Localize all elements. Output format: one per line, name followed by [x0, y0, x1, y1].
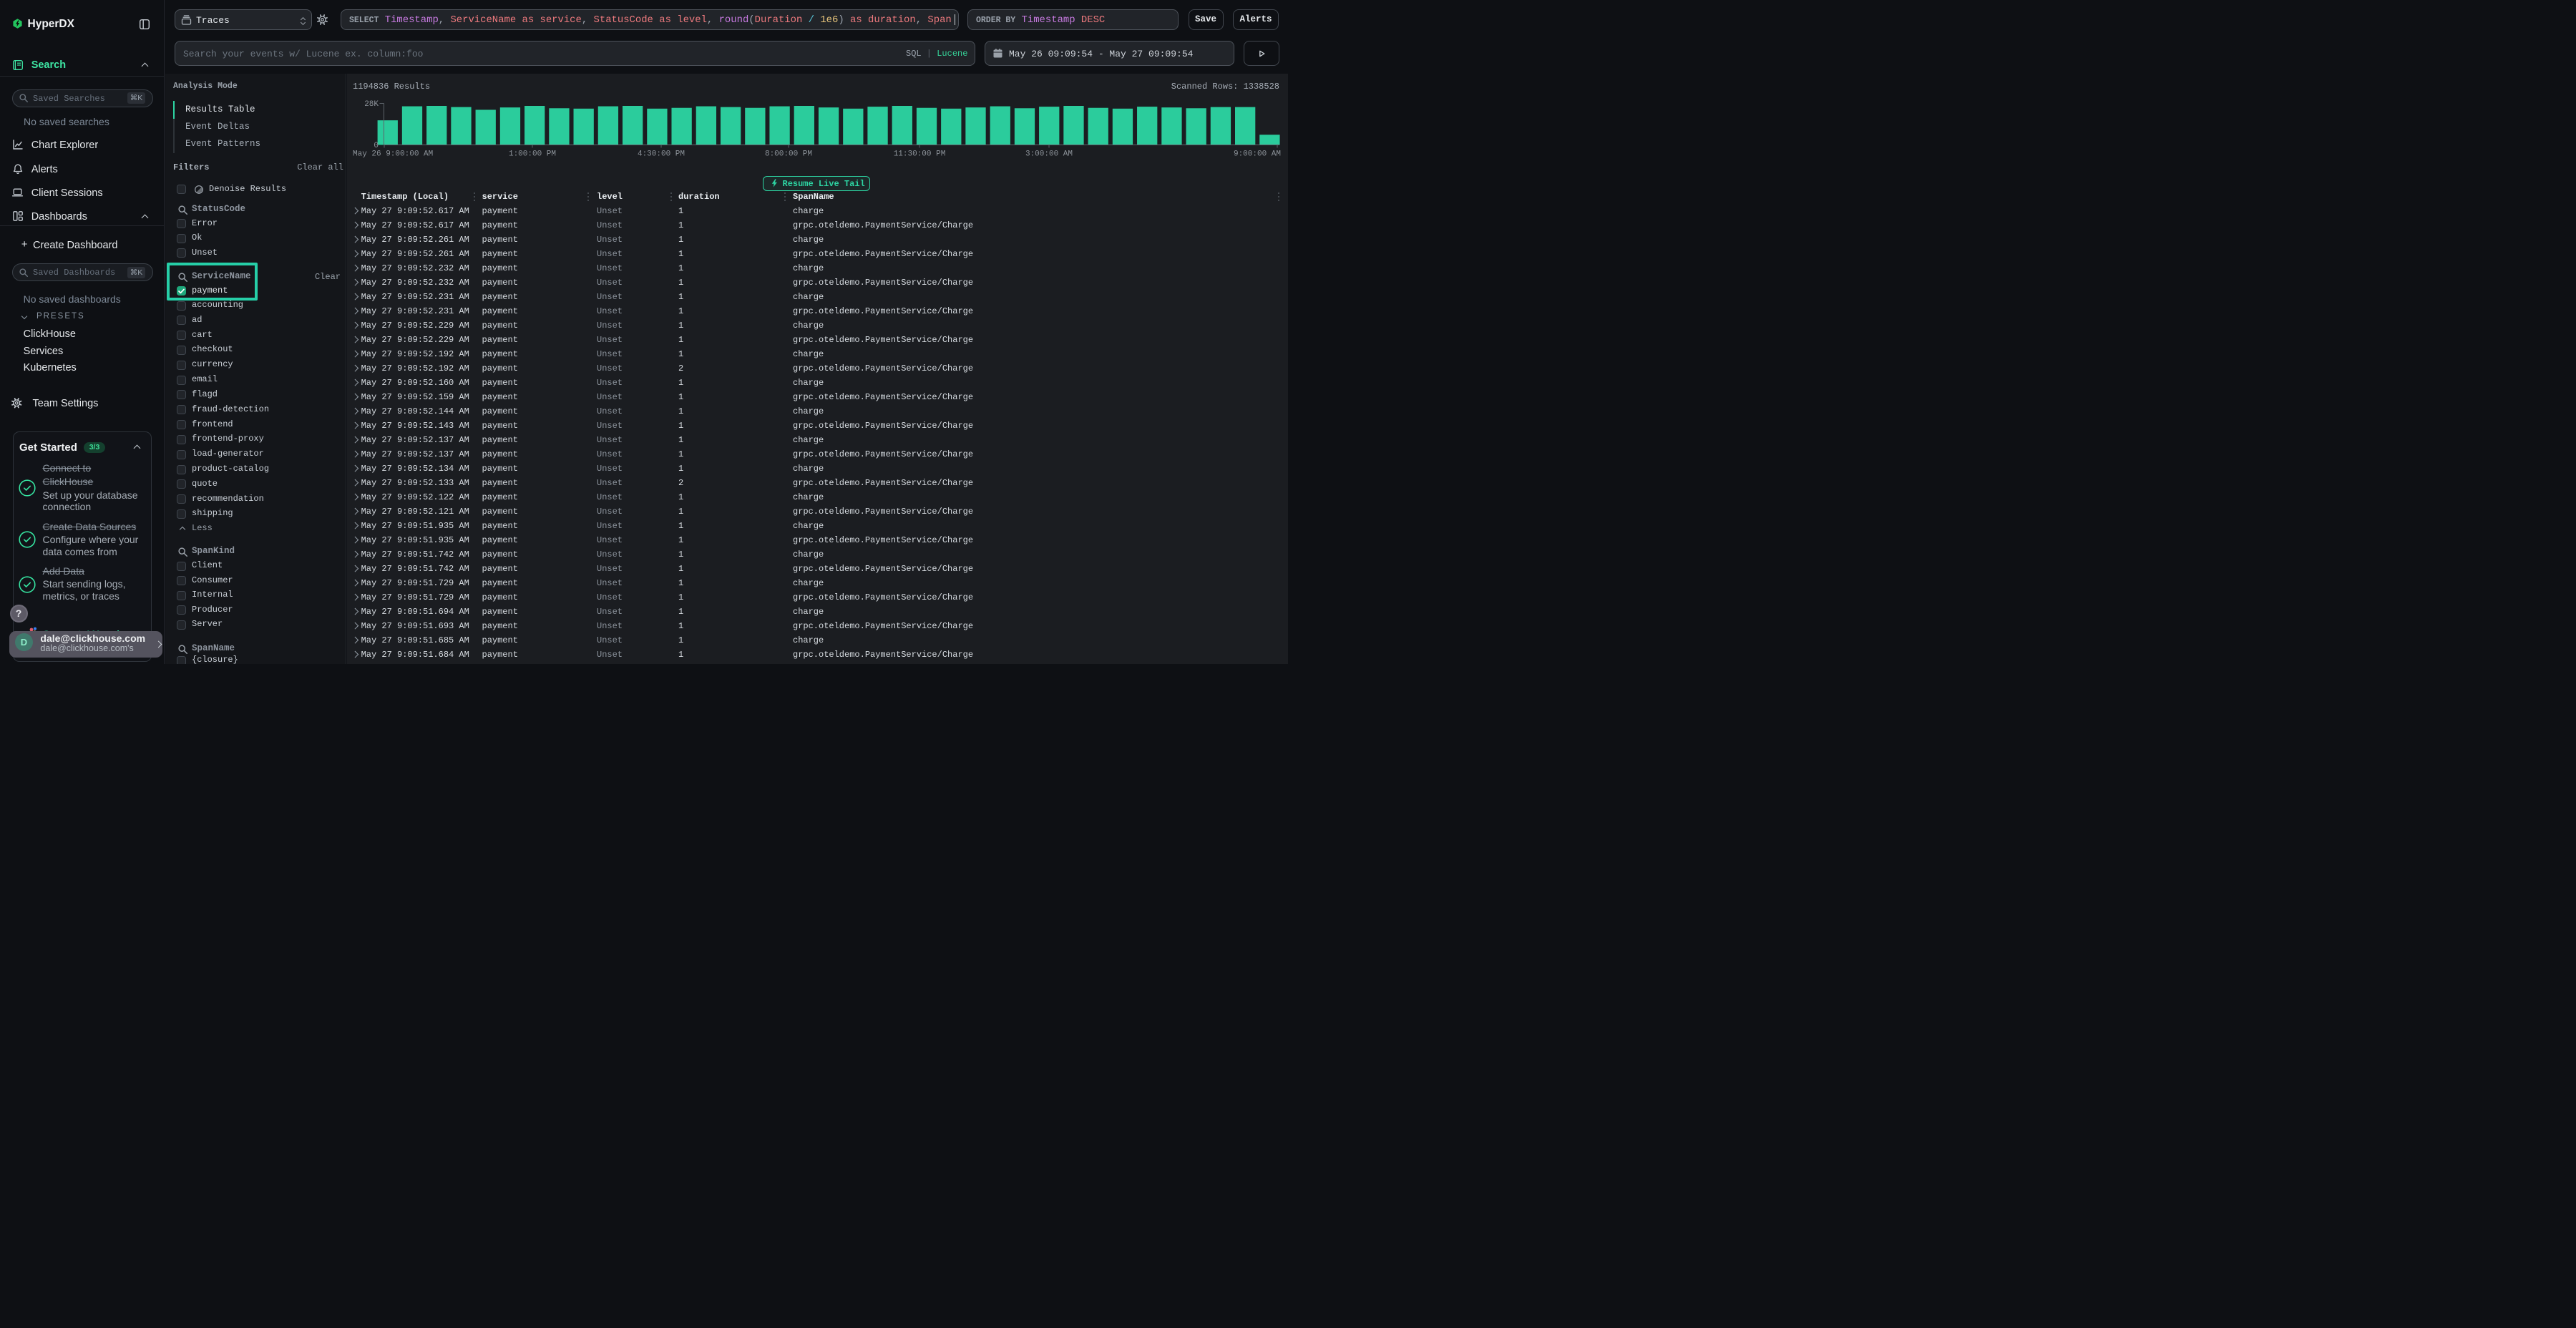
svg-text:3:00:00 AM: 3:00:00 AM: [1025, 150, 1073, 159]
svg-text:8:00:00 PM: 8:00:00 PM: [765, 150, 812, 159]
svg-text:May 26 9:00:00 AM: May 26 9:00:00 AM: [353, 150, 433, 159]
svg-text:4:30:00 PM: 4:30:00 PM: [638, 150, 685, 159]
svg-text:28K: 28K: [364, 100, 379, 109]
svg-text:0: 0: [374, 142, 379, 150]
svg-text:9:00:00 AM: 9:00:00 AM: [1234, 150, 1281, 159]
svg-text:1:00:00 PM: 1:00:00 PM: [509, 150, 556, 159]
svg-text:11:30:00 PM: 11:30:00 PM: [894, 150, 946, 159]
